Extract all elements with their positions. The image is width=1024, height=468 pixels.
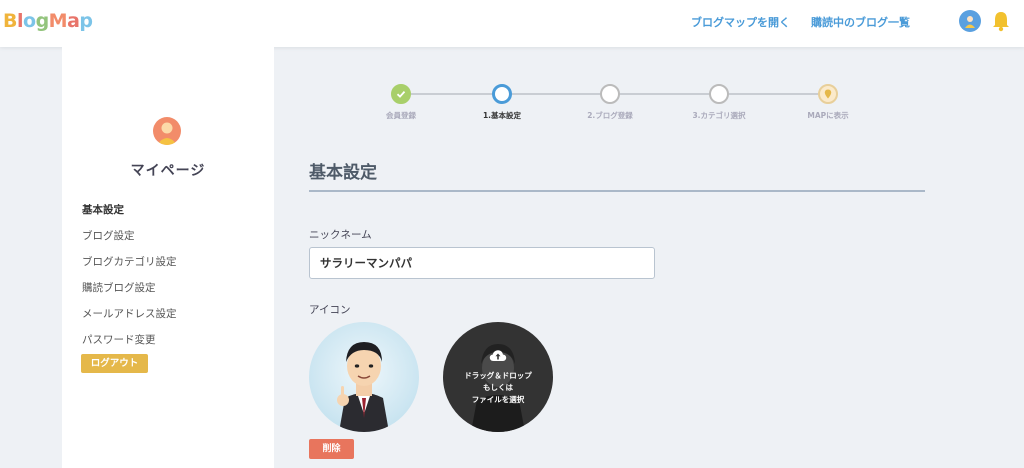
step-current-circle [492, 84, 512, 104]
page-title: 基本設定 [309, 163, 377, 183]
sidebar-item-blog-settings[interactable]: ブログ設定 [82, 228, 135, 243]
bell-icon[interactable] [992, 10, 1010, 32]
logo-letter: g [35, 10, 50, 32]
sidebar-item-subscribed-blog-settings[interactable]: 購読ブログ設定 [82, 280, 156, 295]
profile-avatar-icon [153, 117, 181, 145]
logo-letter: o [23, 10, 36, 32]
dropzone-text-line1: ドラッグ＆ドロップ [464, 371, 532, 380]
icon-label: アイコン [309, 304, 351, 316]
step-blog-register-circle [600, 84, 620, 104]
delete-icon-button[interactable]: 削除 [309, 439, 354, 459]
step-connector [411, 93, 829, 95]
user-avatar-icon[interactable] [959, 10, 981, 32]
logo-letter: B [3, 10, 17, 32]
logout-button[interactable]: ログアウト [81, 354, 148, 373]
step-done-check-icon [391, 84, 411, 104]
open-blogmap-link[interactable]: ブログマップを開く [691, 14, 790, 30]
top-header: BlogMap ブログマップを開く 購読中のブログ一覧 [0, 0, 1024, 47]
dropzone-text-line2: もしくは [483, 383, 513, 392]
step-label: 1.基本設定 [482, 111, 522, 120]
icon-preview-image [309, 322, 419, 432]
dropzone-text-line3: ファイルを選択 [471, 395, 525, 404]
icon-upload-dropzone[interactable]: ドラッグ＆ドロップ もしくは ファイルを選択 [443, 322, 553, 432]
upload-cloud-icon [489, 348, 507, 362]
sidebar-item-blog-category-settings[interactable]: ブログカテゴリ設定 [82, 254, 177, 269]
step-label: 3.カテゴリ選択 [692, 111, 746, 120]
step-label: MAPに表示 [807, 111, 849, 120]
nickname-label: ニックネーム [309, 229, 372, 241]
map-pin-icon [818, 84, 838, 104]
step-category-circle [709, 84, 729, 104]
nickname-input[interactable] [309, 247, 655, 279]
logo-letter: M [48, 10, 68, 32]
sidebar-item-email-settings[interactable]: メールアドレス設定 [82, 306, 177, 321]
logo-letter: p [79, 10, 93, 32]
subscribed-blogs-link[interactable]: 購読中のブログ一覧 [811, 14, 910, 30]
mypage-title: マイページ [130, 163, 206, 179]
blogmap-logo[interactable]: BlogMap [3, 10, 93, 32]
step-label: 会員登録 [386, 111, 416, 120]
title-divider [309, 190, 925, 192]
step-label: 2.ブログ登録 [587, 111, 633, 120]
sidebar-item-basic-settings[interactable]: 基本設定 [82, 202, 124, 217]
logo-letter: a [67, 10, 80, 32]
sidebar-item-password-change[interactable]: パスワード変更 [82, 332, 156, 347]
